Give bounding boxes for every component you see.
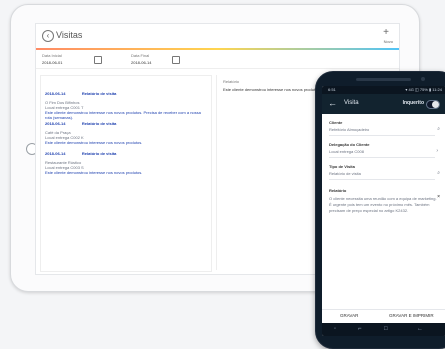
status-time: 6:51: [328, 87, 336, 92]
report-label: Relatório: [329, 188, 347, 193]
android-nav-bar: ◦ ⌐ □ ←: [322, 323, 445, 336]
calendar-icon[interactable]: [94, 56, 102, 64]
phone-device: 6:51 ▾ 4G ◫ 75% ▮ 11:24 ← Visita Inqueri…: [315, 71, 445, 349]
start-date-value[interactable]: 2018-06-01: [42, 60, 62, 65]
detail-label: Relatório: [223, 79, 240, 84]
visit-date: 2018-06-14: [45, 91, 66, 96]
back-icon[interactable]: ‹: [42, 30, 54, 42]
app-bar: ← Visita Inquerito: [322, 94, 445, 114]
clear-icon[interactable]: ×: [437, 194, 440, 200]
report-textarea[interactable]: O cliente necessita uma reunião com a eq…: [329, 196, 437, 248]
calendar-icon[interactable]: [172, 56, 180, 64]
visit-title: Relatório de visita: [81, 91, 117, 96]
divider: [329, 157, 435, 158]
divider: [329, 179, 435, 180]
visit-description: Este cliente demonstrou interesse nos no…: [45, 170, 143, 175]
search-icon[interactable]: ⌕: [437, 170, 440, 176]
page-title: Visitas: [56, 30, 83, 40]
nav-recents-icon[interactable]: ⌐: [358, 326, 362, 332]
client-delegation-field[interactable]: Local entrega C008: [329, 149, 364, 154]
form-actions: GRAVAR GRAVAR E IMPRIMIR: [322, 309, 445, 324]
phone-screen: 6:51 ▾ 4G ◫ 75% ▮ 11:24 ← Visita Inqueri…: [322, 86, 445, 336]
chevron-right-icon[interactable]: ›: [436, 148, 438, 154]
visit-type-label: Tipo de Visita: [329, 164, 355, 169]
client-field[interactable]: Refeitório Almoçadeiro: [329, 127, 369, 132]
visit-date: 2018-06-14: [45, 151, 66, 156]
client-label: Cliente: [329, 120, 343, 125]
start-date-label: Data Inicial: [42, 53, 62, 58]
inquerito-label: Inquerito: [402, 100, 424, 106]
client-delegation-label: Delegação do Cliente: [329, 142, 370, 147]
phone-camera: [421, 77, 425, 81]
status-bar: 6:51 ▾ 4G ◫ 75% ▮ 11:24: [322, 86, 445, 94]
inquerito-toggle[interactable]: [426, 100, 440, 109]
nav-home-icon[interactable]: □: [384, 326, 388, 332]
status-indicators: ▾ 4G ◫ 75% ▮ 11:24: [405, 87, 442, 92]
visit-page-title: Visita: [344, 100, 359, 106]
visit-title: Relatório de visita: [81, 121, 117, 126]
back-arrow-icon[interactable]: ←: [328, 98, 337, 108]
new-label[interactable]: Novo: [384, 39, 393, 44]
visit-list-item[interactable]: 2018-06-14 Relatório de visita Restauran…: [45, 142, 205, 175]
visit-list-item[interactable]: 2018-06-14 Relatório de visita Café da P…: [45, 112, 205, 145]
date-filters: Data Inicial 2018-06-01 Data Final 2018-…: [36, 50, 399, 69]
visit-type-field[interactable]: Relatório de visita: [329, 171, 361, 176]
visit-title: Relatório de visita: [81, 151, 117, 156]
nav-back-icon[interactable]: ←: [417, 326, 423, 332]
end-date-value[interactable]: 2018-06-14: [131, 60, 151, 65]
add-icon[interactable]: +: [383, 27, 389, 38]
visit-date: 2018-06-14: [45, 121, 66, 126]
phone-speaker: [356, 78, 411, 81]
save-print-button[interactable]: GRAVAR E IMPRIMIR: [389, 313, 434, 318]
tablet-header: ‹ Visitas + Novo: [36, 24, 399, 48]
divider: [329, 135, 435, 136]
nav-dot-icon[interactable]: ◦: [334, 326, 336, 332]
search-icon[interactable]: ⌕: [437, 126, 440, 132]
visits-list: 2018-06-14 Relatório de visita O Fim Dos…: [40, 75, 212, 272]
visit-form: Cliente Refeitório Almoçadeiro ⌕ Delegaç…: [322, 114, 445, 309]
end-date-label: Data Final: [131, 53, 150, 58]
save-button[interactable]: GRAVAR: [340, 313, 358, 318]
